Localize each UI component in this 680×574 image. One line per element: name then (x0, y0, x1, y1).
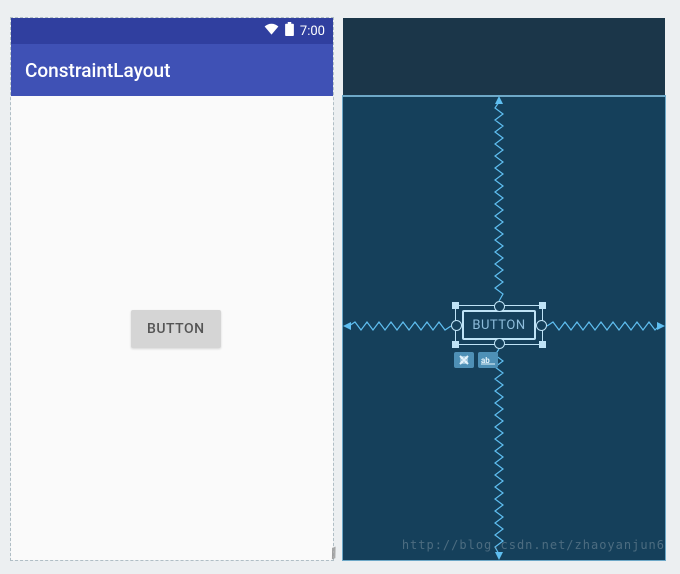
constraint-right-icon (543, 321, 665, 331)
blueprint-button-label: BUTTON (472, 318, 525, 333)
button-label: BUTTON (147, 321, 205, 337)
blueprint-button-inner: BUTTON (462, 310, 536, 340)
baseline-constraint-button[interactable]: ab (478, 352, 498, 368)
constraint-anchor-icon[interactable] (451, 320, 462, 331)
blueprint-status-bar (343, 18, 665, 44)
battery-icon (285, 22, 294, 40)
status-bar: 7:00 (11, 18, 333, 44)
constraint-anchor-icon[interactable] (494, 338, 505, 349)
design-preview-frame[interactable]: 7:00 ConstraintLayout BUTTON /// (11, 18, 333, 560)
blueprint-preview-frame[interactable]: BUTTON ab http://blog.c (343, 18, 665, 560)
blueprint-app-bar (343, 44, 665, 97)
clear-constraints-button[interactable] (454, 352, 474, 368)
constraint-bottom-icon (494, 345, 504, 560)
watermark-text: http://blog.csdn.net/zhaoyanjun6 (402, 538, 665, 552)
constraint-anchor-icon[interactable] (494, 301, 505, 312)
button-widget[interactable]: BUTTON (131, 310, 221, 348)
app-bar-title: ConstraintLayout (25, 59, 170, 82)
selection-handle-icon[interactable] (539, 302, 546, 309)
blueprint-button-widget[interactable]: BUTTON (455, 305, 543, 345)
wifi-icon (264, 23, 279, 39)
constraint-left-icon (343, 321, 455, 331)
layout-editor: 7:00 ConstraintLayout BUTTON /// (0, 0, 680, 574)
blueprint-surface[interactable]: BUTTON ab (343, 96, 665, 560)
selection-handle-icon[interactable] (539, 341, 546, 348)
selection-handle-icon[interactable] (452, 341, 459, 348)
status-clock: 7:00 (300, 24, 325, 39)
design-surface[interactable]: BUTTON (11, 96, 333, 560)
constraint-top-icon (494, 96, 504, 305)
selection-handle-icon[interactable] (452, 302, 459, 309)
app-bar: ConstraintLayout (11, 44, 333, 96)
constraint-anchor-icon[interactable] (536, 320, 547, 331)
quick-action-chips: ab (454, 352, 498, 368)
